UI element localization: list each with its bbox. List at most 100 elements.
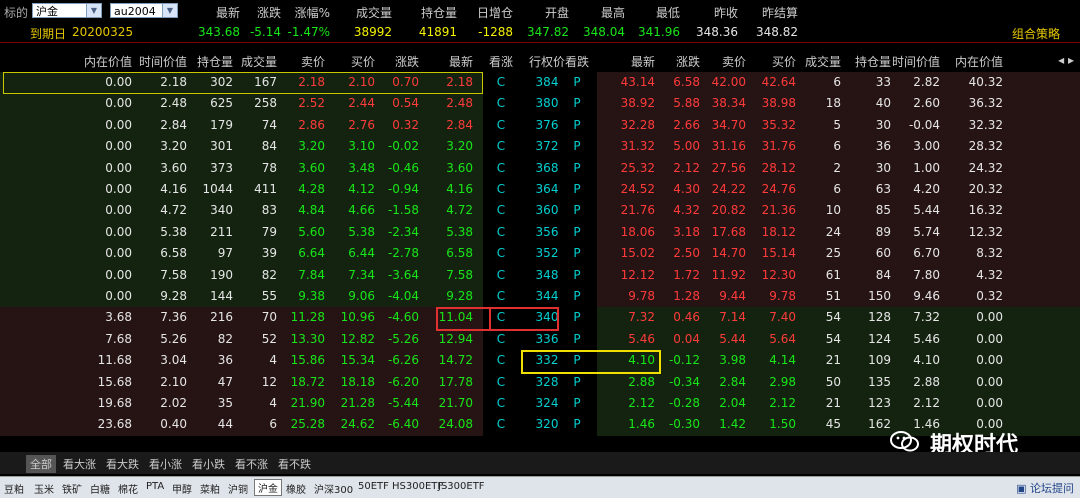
call-cell[interactable]: 4: [233, 353, 277, 367]
put-cell[interactable]: 24.52: [605, 182, 655, 196]
call-cell[interactable]: 14.72: [423, 353, 473, 367]
call-cell[interactable]: 0.00: [57, 268, 132, 282]
put-cell[interactable]: 24.32: [945, 161, 1003, 175]
put-col-header[interactable]: 最新: [605, 53, 655, 70]
call-cell[interactable]: 4.28: [277, 182, 325, 196]
call-cell[interactable]: 0.00: [57, 225, 132, 239]
call-cell[interactable]: -1.58: [372, 203, 419, 217]
call-cell[interactable]: 2.44: [327, 96, 375, 110]
put-cell[interactable]: 32.28: [605, 118, 655, 132]
call-cell[interactable]: 82: [187, 332, 233, 346]
call-cell[interactable]: 36: [187, 353, 233, 367]
put-cell[interactable]: 2.88: [888, 375, 940, 389]
call-cell[interactable]: 4.16: [137, 182, 187, 196]
call-cell[interactable]: 625: [187, 96, 233, 110]
call-cell[interactable]: 258: [233, 96, 277, 110]
call-cell[interactable]: 39: [233, 246, 277, 260]
call-cell[interactable]: 97: [187, 246, 233, 260]
call-cell[interactable]: 2.86: [277, 118, 325, 132]
call-col-header[interactable]: 买价: [327, 53, 375, 70]
put-cell[interactable]: 31.76: [750, 139, 796, 153]
product-tab[interactable]: PTA: [146, 481, 164, 492]
forum-link[interactable]: ▣ 论坛提问: [1016, 480, 1074, 496]
put-cell[interactable]: -0.30: [660, 417, 700, 431]
call-cell[interactable]: 6.44: [327, 246, 375, 260]
put-marker[interactable]: P: [562, 225, 592, 239]
call-cell[interactable]: 4.72: [423, 203, 473, 217]
call-marker[interactable]: C: [482, 353, 520, 367]
call-cell[interactable]: 3.20: [423, 139, 473, 153]
call-marker[interactable]: C: [482, 289, 520, 303]
call-cell[interactable]: 3.68: [57, 310, 132, 324]
put-cell[interactable]: 4.32: [660, 203, 700, 217]
put-cell[interactable]: 0.00: [945, 396, 1003, 410]
put-cell[interactable]: 40: [845, 96, 891, 110]
call-cell[interactable]: 2.48: [137, 96, 187, 110]
filter-tab[interactable]: 看小跌: [192, 456, 225, 472]
call-cell[interactable]: 55: [233, 289, 277, 303]
call-cell[interactable]: 301: [187, 139, 233, 153]
put-cell[interactable]: 0.00: [945, 310, 1003, 324]
put-cell[interactable]: 7.40: [750, 310, 796, 324]
put-cell[interactable]: 5.46: [605, 332, 655, 346]
put-cell[interactable]: 12.30: [750, 268, 796, 282]
call-cell[interactable]: 190: [187, 268, 233, 282]
put-cell[interactable]: 17.68: [700, 225, 746, 239]
product-tab[interactable]: 白糖: [90, 481, 110, 496]
call-marker[interactable]: C: [482, 332, 520, 346]
put-cell[interactable]: 51: [793, 289, 841, 303]
call-cell[interactable]: -4.60: [372, 310, 419, 324]
put-cell[interactable]: 8.32: [945, 246, 1003, 260]
put-cell[interactable]: -0.04: [888, 118, 940, 132]
call-cell[interactable]: 4.72: [137, 203, 187, 217]
put-cell[interactable]: 43.14: [605, 75, 655, 89]
put-cell[interactable]: 84: [845, 268, 891, 282]
call-cell[interactable]: 216: [187, 310, 233, 324]
put-cell[interactable]: 25.32: [605, 161, 655, 175]
put-cell[interactable]: 0.04: [660, 332, 700, 346]
put-col-header[interactable]: 买价: [750, 53, 796, 70]
put-col-header[interactable]: 涨跌: [660, 53, 700, 70]
call-col-header[interactable]: 涨跌: [372, 53, 419, 70]
put-cell[interactable]: -0.34: [660, 375, 700, 389]
call-cell[interactable]: 2.02: [137, 396, 187, 410]
put-marker[interactable]: P: [562, 75, 592, 89]
product-tab[interactable]: 橡胶: [286, 481, 306, 496]
call-cell[interactable]: 15.68: [57, 375, 132, 389]
call-cell[interactable]: 21.70: [423, 396, 473, 410]
put-cell[interactable]: 5.46: [888, 332, 940, 346]
put-cell[interactable]: 9.78: [750, 289, 796, 303]
call-marker[interactable]: C: [482, 203, 520, 217]
call-cell[interactable]: 0.40: [137, 417, 187, 431]
underlying-select[interactable]: 沪金 ▼: [32, 3, 102, 18]
call-cell[interactable]: 7.34: [327, 268, 375, 282]
call-cell[interactable]: 0.00: [57, 246, 132, 260]
put-marker[interactable]: P: [562, 161, 592, 175]
put-cell[interactable]: 0.32: [945, 289, 1003, 303]
put-cell[interactable]: 9.78: [605, 289, 655, 303]
put-cell[interactable]: 21: [793, 396, 841, 410]
call-cell[interactable]: 21.28: [327, 396, 375, 410]
put-cell[interactable]: 60: [845, 246, 891, 260]
call-marker[interactable]: C: [482, 417, 520, 431]
put-cell[interactable]: 5.44: [700, 332, 746, 346]
put-cell[interactable]: 34.70: [700, 118, 746, 132]
strategy-link[interactable]: 组合策略: [1012, 25, 1060, 42]
call-cell[interactable]: 3.60: [423, 161, 473, 175]
put-cell[interactable]: 18.12: [750, 225, 796, 239]
put-cell[interactable]: 6: [793, 182, 841, 196]
put-col-header[interactable]: 内在价值: [945, 53, 1003, 70]
put-cell[interactable]: 2.12: [888, 396, 940, 410]
put-cell[interactable]: 6.58: [660, 75, 700, 89]
call-cell[interactable]: 6: [233, 417, 277, 431]
call-cell[interactable]: 4.84: [277, 203, 325, 217]
put-cell[interactable]: 9.44: [700, 289, 746, 303]
put-cell[interactable]: 2.84: [700, 375, 746, 389]
call-cell[interactable]: 2.84: [423, 118, 473, 132]
call-cell[interactable]: 2.76: [327, 118, 375, 132]
call-cell[interactable]: 84: [233, 139, 277, 153]
put-cell[interactable]: 6: [793, 75, 841, 89]
call-cell[interactable]: 9.06: [327, 289, 375, 303]
call-cell[interactable]: 6.64: [277, 246, 325, 260]
put-marker[interactable]: P: [562, 268, 592, 282]
